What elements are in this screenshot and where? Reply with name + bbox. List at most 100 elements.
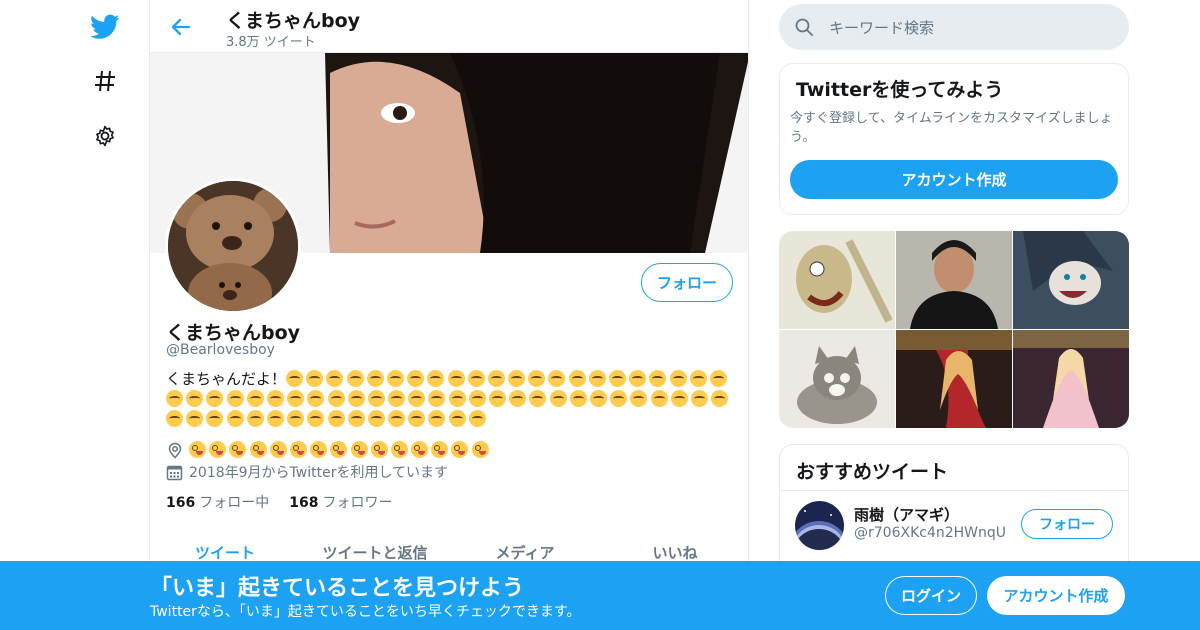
relieved-face-emoji-icon (346, 370, 364, 387)
relieved-face-emoji-icon (367, 390, 385, 407)
bottom-bar-subtitle: Twitterなら、「いま」起きていることをいち早くチェックできます。 (150, 604, 581, 620)
relieved-face-emoji-icon (427, 370, 445, 387)
relieved-face-emoji-icon (386, 370, 404, 387)
relieved-face-emoji-icon (489, 390, 506, 407)
relieved-face-emoji-icon (487, 370, 505, 387)
gear-icon[interactable] (88, 119, 122, 153)
media-grid (779, 231, 1129, 428)
login-button[interactable]: ログイン (885, 576, 977, 615)
relieved-face-emoji-icon (529, 390, 547, 407)
relieved-face-emoji-icon (569, 390, 587, 407)
relieved-face-emoji-icon (448, 390, 466, 407)
relieved-face-emoji-icon (630, 390, 648, 407)
media-thumbnail[interactable] (1013, 231, 1129, 329)
following-link[interactable]: 166 フォロー中 (166, 492, 269, 512)
relieved-face-emoji-icon (467, 370, 485, 387)
tweet-count: 3.8万 ツイート (226, 35, 316, 50)
profile-handle: @Bearlovesboy (166, 342, 275, 358)
search-input[interactable]: キーワード検索 (829, 17, 934, 38)
relieved-face-emoji-icon (670, 390, 688, 407)
relieved-face-emoji-icon (186, 410, 204, 427)
signup-bottom-bar: 「いま」起きていることを見つけよう Twitterなら、「いま」起きていることを… (0, 561, 1200, 630)
relieved-face-emoji-icon (286, 370, 304, 387)
calendar-icon (166, 464, 183, 481)
media-thumbnail[interactable] (779, 231, 895, 329)
relieved-face-emoji-icon (246, 410, 264, 427)
search-icon (795, 18, 813, 36)
avatar[interactable] (795, 501, 844, 550)
divider (780, 490, 1128, 491)
crazy-face-emoji-icon (249, 441, 267, 458)
relieved-face-emoji-icon (468, 410, 486, 427)
relieved-face-emoji-icon (306, 370, 324, 387)
relieved-face-emoji-icon (528, 370, 546, 387)
relieved-face-emoji-icon (166, 390, 183, 407)
crazy-face-emoji-icon (471, 441, 489, 458)
crazy-face-emoji-icon (451, 441, 469, 458)
relieved-face-emoji-icon (327, 410, 345, 427)
crazy-face-emoji-icon (370, 441, 388, 458)
media-thumbnail[interactable] (896, 330, 1012, 428)
crazy-face-emoji-icon (330, 441, 348, 458)
recommended-follow-button[interactable]: フォロー (1021, 509, 1113, 539)
relieved-face-emoji-icon (347, 410, 365, 427)
relieved-face-emoji-icon (468, 390, 486, 407)
crazy-face-emoji-icon (411, 441, 429, 458)
media-thumbnail[interactable] (1013, 330, 1129, 428)
profile-column: くまちゃんboy 3.8万 ツイート フォロー くまちゃんboy @Bearlo… (149, 0, 749, 630)
relieved-face-emoji-icon (649, 370, 667, 387)
relieved-face-emoji-icon (307, 410, 325, 427)
relieved-face-emoji-icon (568, 370, 586, 387)
location-emojis (189, 441, 492, 459)
twitter-bird-icon[interactable] (88, 10, 122, 44)
crazy-face-emoji-icon (209, 441, 227, 458)
crazy-face-emoji-icon (431, 441, 449, 458)
followers-link[interactable]: 168 フォロワー (289, 492, 392, 512)
joined-text: 2018年9月からTwitterを利用しています (189, 465, 449, 481)
bio-text: くまちゃんだよ！ (166, 370, 287, 388)
relieved-face-emoji-icon (609, 370, 627, 387)
relieved-face-emoji-icon (690, 390, 708, 407)
recommended-user-name[interactable]: 雨樹（アマギ） (854, 504, 959, 525)
profile-name: くまちゃんboy (166, 322, 301, 344)
relieved-face-emoji-icon (166, 410, 183, 427)
back-button[interactable] (166, 12, 196, 42)
try-twitter-card: Twitterを使ってみよう 今すぐ登録して、タイムラインをカスタマイズしましょ… (779, 63, 1129, 215)
relieved-face-emoji-icon (407, 370, 425, 387)
follow-button[interactable]: フォロー (641, 263, 733, 302)
relieved-face-emoji-icon (447, 370, 465, 387)
relieved-face-emoji-icon (307, 390, 325, 407)
profile-header: くまちゃんboy 3.8万 ツイート (150, 0, 748, 53)
relieved-face-emoji-icon (669, 370, 687, 387)
create-account-button[interactable]: アカウント作成 (790, 160, 1118, 199)
relieved-face-emoji-icon (428, 390, 446, 407)
relieved-face-emoji-icon (408, 390, 426, 407)
relieved-face-emoji-icon (388, 410, 406, 427)
twitter-profile-page: くまちゃんboy 3.8万 ツイート フォロー くまちゃんboy @Bearlo… (0, 0, 1200, 630)
profile-location (166, 441, 492, 459)
relieved-face-emoji-icon (226, 390, 244, 407)
relieved-face-emoji-icon (266, 410, 284, 427)
page-title: くまちゃんboy (226, 10, 361, 32)
relieved-face-emoji-icon (509, 390, 527, 407)
arrow-left-icon (171, 18, 191, 36)
relieved-face-emoji-icon (347, 390, 365, 407)
media-thumbnail[interactable] (896, 231, 1012, 329)
search-box[interactable]: キーワード検索 (779, 4, 1129, 50)
relieved-face-emoji-icon (388, 390, 406, 407)
crazy-face-emoji-icon (269, 441, 287, 458)
following-count: 166 (166, 495, 196, 511)
relieved-face-emoji-icon (326, 370, 344, 387)
relieved-face-emoji-icon (689, 370, 707, 387)
followers-count: 168 (289, 495, 319, 511)
relieved-face-emoji-icon (266, 390, 284, 407)
hashtag-icon[interactable] (88, 64, 122, 98)
signup-button[interactable]: アカウント作成 (987, 576, 1125, 615)
avatar[interactable] (165, 178, 301, 314)
left-nav (60, 0, 150, 630)
crazy-face-emoji-icon (189, 441, 206, 458)
relieved-face-emoji-icon (287, 390, 305, 407)
media-thumbnail[interactable] (779, 330, 895, 428)
relieved-face-emoji-icon (206, 390, 224, 407)
crazy-face-emoji-icon (390, 441, 408, 458)
